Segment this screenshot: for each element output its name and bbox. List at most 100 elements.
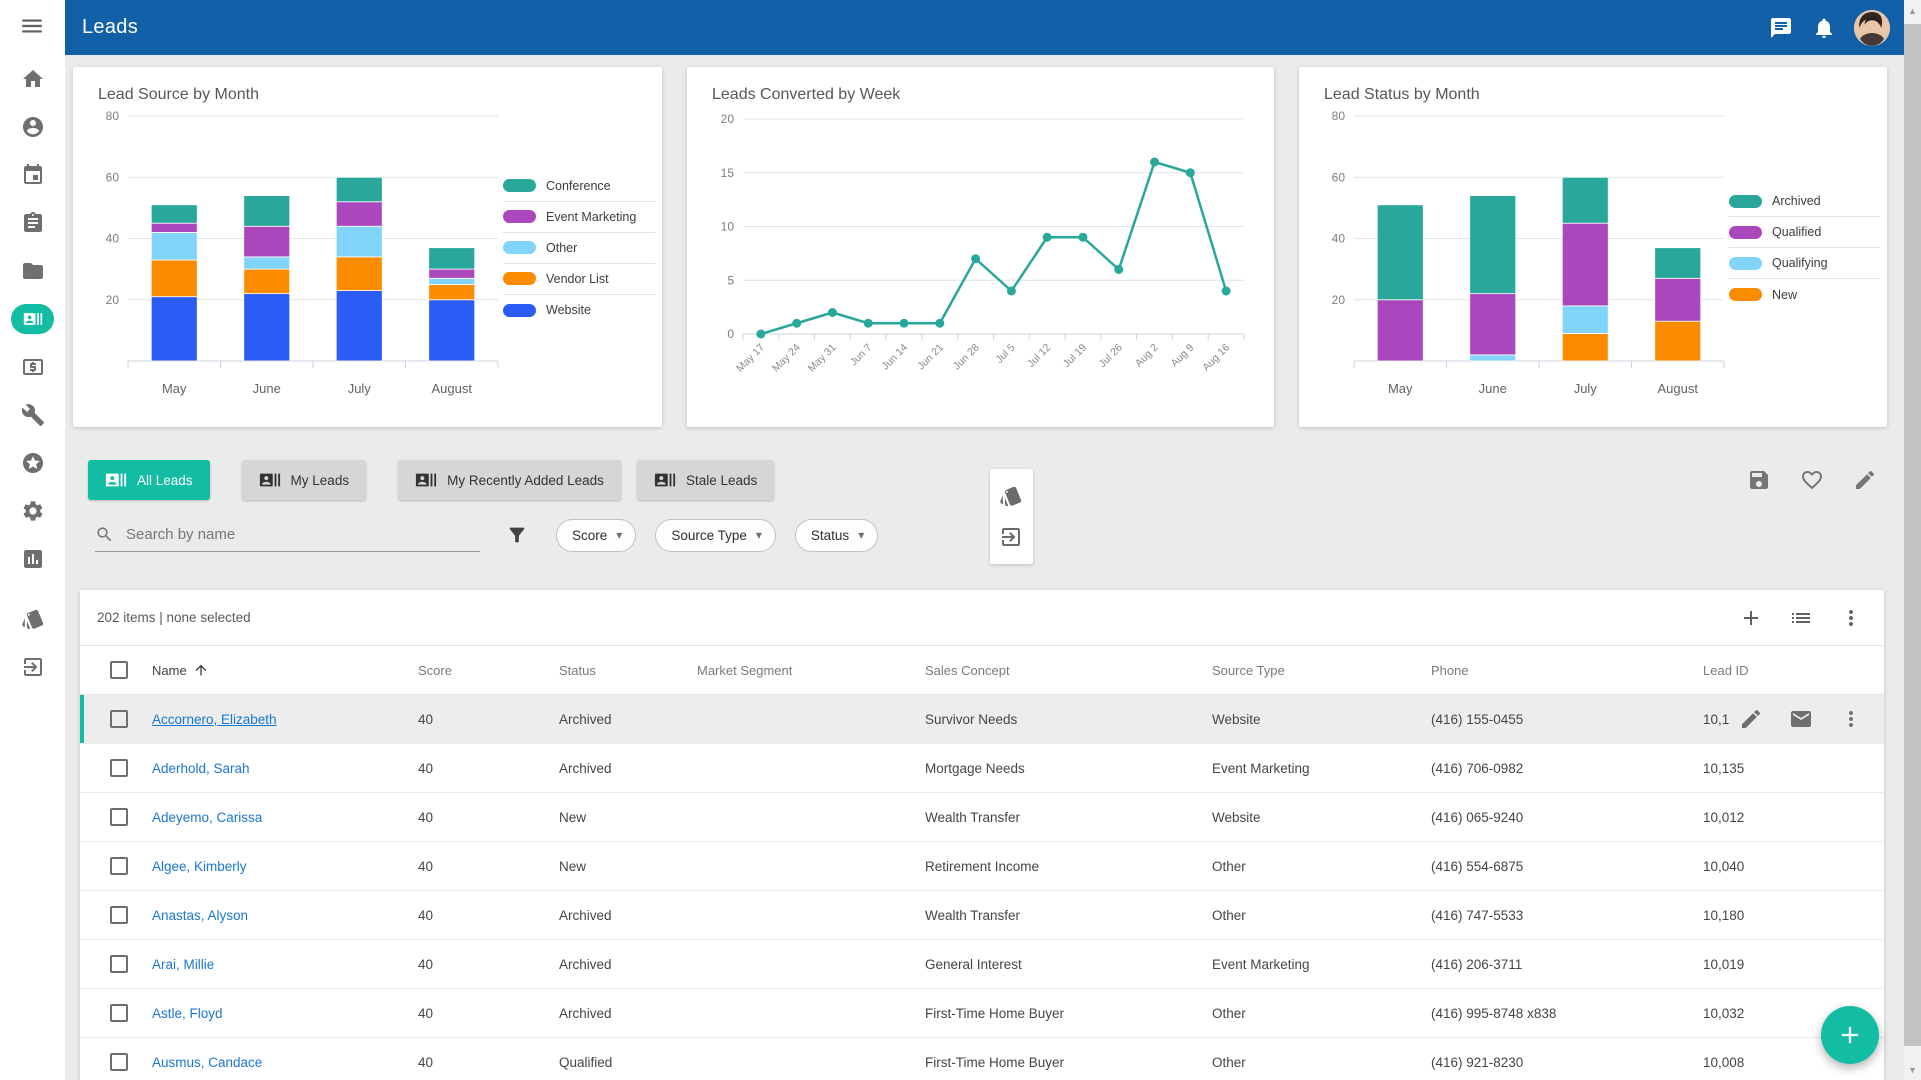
lead-name-link[interactable]: Anastas, Alyson	[152, 908, 248, 923]
table-row[interactable]: Ausmus, Candace40QualifiedFirst-Time Hom…	[80, 1038, 1884, 1080]
lead-name-link[interactable]: Arai, Millie	[152, 957, 214, 972]
view-button-label: My Leads	[291, 473, 350, 488]
lead-name-link[interactable]: Astle, Floyd	[152, 1006, 223, 1021]
row-checkbox[interactable]	[110, 710, 128, 728]
more-vert-icon[interactable]	[1839, 707, 1863, 731]
table-row[interactable]: Algee, Kimberly40NewRetirement IncomeOth…	[80, 842, 1884, 891]
notifications-icon[interactable]	[1811, 15, 1837, 41]
column-header-name[interactable]: Name	[152, 662, 418, 678]
chat-icon[interactable]	[1768, 15, 1794, 41]
table-row[interactable]: Arai, Millie40ArchivedGeneral InterestEv…	[80, 940, 1884, 989]
email-icon[interactable]	[1789, 707, 1813, 731]
column-header-score[interactable]: Score	[418, 663, 559, 678]
menu-icon[interactable]	[19, 12, 47, 40]
sidebar-item-documents[interactable]	[0, 247, 65, 295]
row-checkbox[interactable]	[110, 1053, 128, 1071]
svg-text:Jul 19: Jul 19	[1061, 342, 1089, 370]
avatar[interactable]	[1854, 10, 1890, 46]
page-scrollbar[interactable]: ▲ ▼	[1904, 0, 1921, 1080]
view-list-icon[interactable]	[1789, 606, 1813, 630]
table-row[interactable]: Anastas, Alyson40ArchivedWealth Transfer…	[80, 891, 1884, 940]
sidebar-item-tags[interactable]	[0, 595, 65, 643]
sidebar-item-settings[interactable]	[0, 487, 65, 535]
sidebar-item-profile[interactable]	[0, 103, 65, 151]
table-row[interactable]: Aderhold, Sarah40ArchivedMortgage NeedsE…	[80, 744, 1884, 793]
sidebar-item-exit[interactable]	[0, 643, 65, 691]
legend-swatch	[1729, 288, 1762, 301]
sidebar-item-tools[interactable]	[0, 391, 65, 439]
column-header-source-type[interactable]: Source Type	[1212, 663, 1431, 678]
svg-text:August: August	[432, 381, 473, 396]
edit-icon[interactable]	[1853, 467, 1879, 493]
lead-name-link[interactable]: Adeyemo, Carissa	[152, 810, 262, 825]
chart-title-lead-source: Lead Source by Month	[73, 67, 662, 104]
table-row[interactable]: Adeyemo, Carissa40NewWealth TransferWebs…	[80, 793, 1884, 842]
filter-chip-score[interactable]: Score▾	[556, 519, 636, 552]
leads-table-card: 202 items | none selected NameScoreStatu…	[80, 590, 1884, 1080]
cell-status: Archived	[559, 957, 697, 972]
svg-text:Jun 21: Jun 21	[915, 342, 946, 373]
more-vert-icon[interactable]	[1839, 606, 1863, 630]
view-button-all-leads[interactable]: All Leads	[88, 460, 210, 500]
cell-source-type: Other	[1212, 859, 1431, 874]
add-icon[interactable]	[1739, 606, 1763, 630]
view-button-stale-leads[interactable]: Stale Leads	[637, 460, 774, 500]
row-checkbox-cell	[80, 955, 152, 974]
cell-lead-id: 10,180	[1703, 908, 1884, 923]
chevron-down-icon: ▾	[756, 529, 762, 541]
view-button-my-leads[interactable]: My Leads	[242, 460, 367, 500]
select-all-checkbox[interactable]	[110, 661, 128, 679]
save-icon[interactable]	[1747, 467, 1773, 493]
scroll-up-icon[interactable]: ▲	[1904, 2, 1921, 19]
lead-name-link[interactable]: Aderhold, Sarah	[152, 761, 250, 776]
svg-text:July: July	[348, 381, 372, 396]
sidebar-item-rewards[interactable]	[0, 439, 65, 487]
row-checkbox[interactable]	[110, 1004, 128, 1022]
scrollbar-thumb[interactable]	[1904, 24, 1921, 1046]
lead-name-link[interactable]: Accornero, Elizabeth	[152, 712, 277, 727]
add-lead-button[interactable]	[1821, 1006, 1879, 1064]
table-row[interactable]: Astle, Floyd40ArchivedFirst-Time Home Bu…	[80, 989, 1884, 1038]
legend-label: Qualified	[1772, 225, 1821, 239]
heart-icon[interactable]	[1800, 467, 1826, 493]
tags-icon[interactable]	[999, 483, 1025, 509]
sidebar-item-tasks[interactable]	[0, 199, 65, 247]
column-header-phone[interactable]: Phone	[1431, 663, 1703, 678]
column-header-lead-id[interactable]: Lead ID	[1703, 663, 1884, 678]
row-checkbox[interactable]	[110, 857, 128, 875]
column-header-status[interactable]: Status	[559, 663, 697, 678]
sidebar-item-leads[interactable]	[0, 295, 65, 343]
edit-icon[interactable]	[1739, 707, 1763, 731]
row-checkbox[interactable]	[110, 955, 128, 973]
lead-name-link[interactable]: Algee, Kimberly	[152, 859, 247, 874]
sidebar-item-billing[interactable]	[0, 343, 65, 391]
scroll-down-icon[interactable]: ▼	[1904, 1061, 1921, 1078]
svg-text:May: May	[1388, 381, 1413, 396]
row-checkbox[interactable]	[110, 906, 128, 924]
row-checkbox[interactable]	[110, 808, 128, 826]
sidebar-item-reports[interactable]	[0, 535, 65, 583]
leads-converted-chart: 05101520May 17May 24May 31Jun 7Jun 14Jun…	[703, 104, 1258, 406]
view-button-my-recently-added-leads[interactable]: My Recently Added Leads	[398, 460, 621, 500]
row-checkbox-cell	[80, 759, 152, 778]
home-icon	[21, 67, 45, 91]
table-summary: 202 items | none selected	[97, 610, 251, 625]
sidebar-item-home[interactable]	[0, 55, 65, 103]
cell-sales-concept: Retirement Income	[925, 859, 1212, 874]
lead-name-link[interactable]: Ausmus, Candace	[152, 1055, 262, 1070]
filter-chip-source-type[interactable]: Source Type▾	[655, 519, 776, 552]
sidebar-item-calendar[interactable]	[0, 151, 65, 199]
column-header-sales-concept[interactable]: Sales Concept	[925, 663, 1212, 678]
column-header-market-segment[interactable]: Market Segment	[697, 663, 925, 678]
legend-item-new: New	[1729, 279, 1881, 310]
filter-chip-status[interactable]: Status▾	[795, 519, 878, 552]
quick-actions-card	[990, 469, 1033, 564]
filter-icon[interactable]	[506, 522, 532, 548]
svg-text:Jun 7: Jun 7	[848, 342, 875, 369]
lead-status-legend: ArchivedQualifiedQualifyingNew	[1729, 186, 1881, 310]
row-checkbox[interactable]	[110, 759, 128, 777]
table-row[interactable]: Accornero, Elizabeth40ArchivedSurvivor N…	[80, 695, 1884, 744]
exit-icon[interactable]	[999, 524, 1025, 550]
chart-title-lead-status: Lead Status by Month	[1299, 67, 1887, 104]
search-input[interactable]	[124, 525, 480, 544]
